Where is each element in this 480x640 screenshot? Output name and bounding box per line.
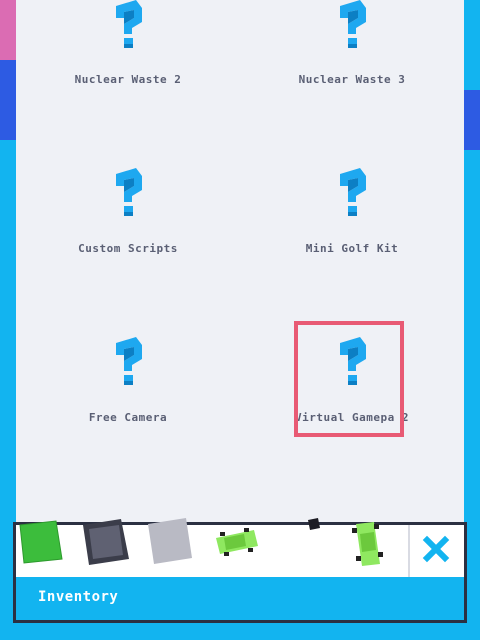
item-name: Mini Golf Kit [305, 242, 399, 255]
green-car-icon[interactable] [214, 528, 262, 558]
question-mark-icon [340, 168, 366, 216]
item-mini-golf-kit[interactable]: Mini Golf Kit [240, 168, 464, 338]
question-mark-icon [116, 0, 142, 48]
dark-gray-block-icon[interactable] [81, 517, 133, 569]
item-name: Nuclear Waste 3 [298, 73, 406, 86]
question-mark-icon [340, 0, 366, 48]
light-gray-block-icon[interactable] [146, 516, 196, 568]
divider [408, 525, 410, 577]
item-name: Custom Scripts [78, 242, 178, 255]
question-mark-icon [116, 337, 142, 385]
selection-highlight [294, 321, 404, 437]
small-black-block-icon[interactable] [307, 517, 321, 531]
unlockables-panel: Nuclear Waste 2 Nuclear Waste 3 Custom S… [16, 0, 464, 540]
item-custom-scripts[interactable]: Custom Scripts [16, 168, 240, 338]
item-name: Nuclear Waste 2 [74, 73, 182, 86]
green-block-icon[interactable] [18, 519, 66, 567]
inventory-label: Inventory [38, 589, 119, 605]
inventory-header[interactable]: Inventory [13, 577, 467, 623]
item-name: Free Camera [88, 411, 168, 424]
item-nuclear-waste-2[interactable]: Nuclear Waste 2 [16, 0, 240, 170]
item-nuclear-waste-3[interactable]: Nuclear Waste 3 [240, 0, 464, 170]
item-free-camera[interactable]: Free Camera [16, 337, 240, 507]
green-car-icon[interactable] [350, 520, 386, 568]
question-mark-icon [116, 168, 142, 216]
close-icon[interactable] [422, 535, 450, 563]
